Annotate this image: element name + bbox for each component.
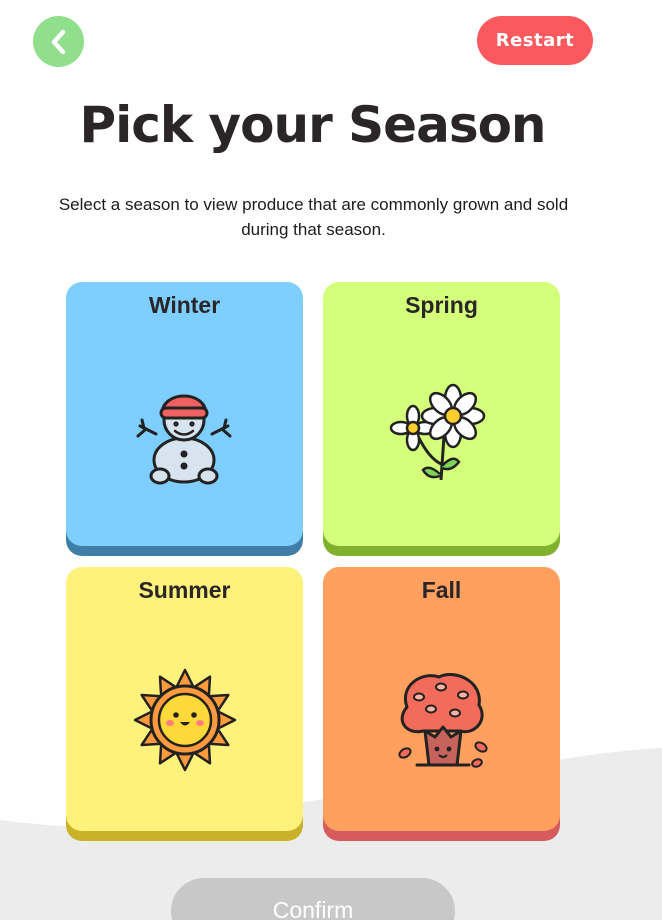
season-card-winter[interactable]: Winter [66, 282, 303, 556]
season-label-winter: Winter [148, 292, 221, 318]
snowman-icon [136, 394, 232, 485]
season-label-spring: Spring [405, 292, 478, 318]
sun-icon [133, 668, 237, 772]
season-label-fall: Fall [421, 577, 462, 603]
confirm-button[interactable]: Confirm [171, 878, 455, 920]
season-label-summer: Summer [138, 577, 231, 603]
season-card-spring[interactable]: Spring [323, 282, 560, 556]
autumn-tree-icon [398, 673, 488, 768]
chevron-left-icon [51, 29, 65, 54]
flower-icon [389, 383, 486, 481]
restart-button[interactable]: Restart [477, 16, 593, 65]
season-picker-page: Restart Pick your Season Select a season… [0, 0, 662, 920]
page-subtitle: Select a season to view produce that are… [58, 195, 569, 239]
season-card-summer[interactable]: Summer [66, 567, 303, 841]
page-title: Pick your Season [79, 96, 546, 154]
season-card-fall[interactable]: Fall [323, 567, 560, 841]
back-button[interactable] [33, 16, 84, 67]
